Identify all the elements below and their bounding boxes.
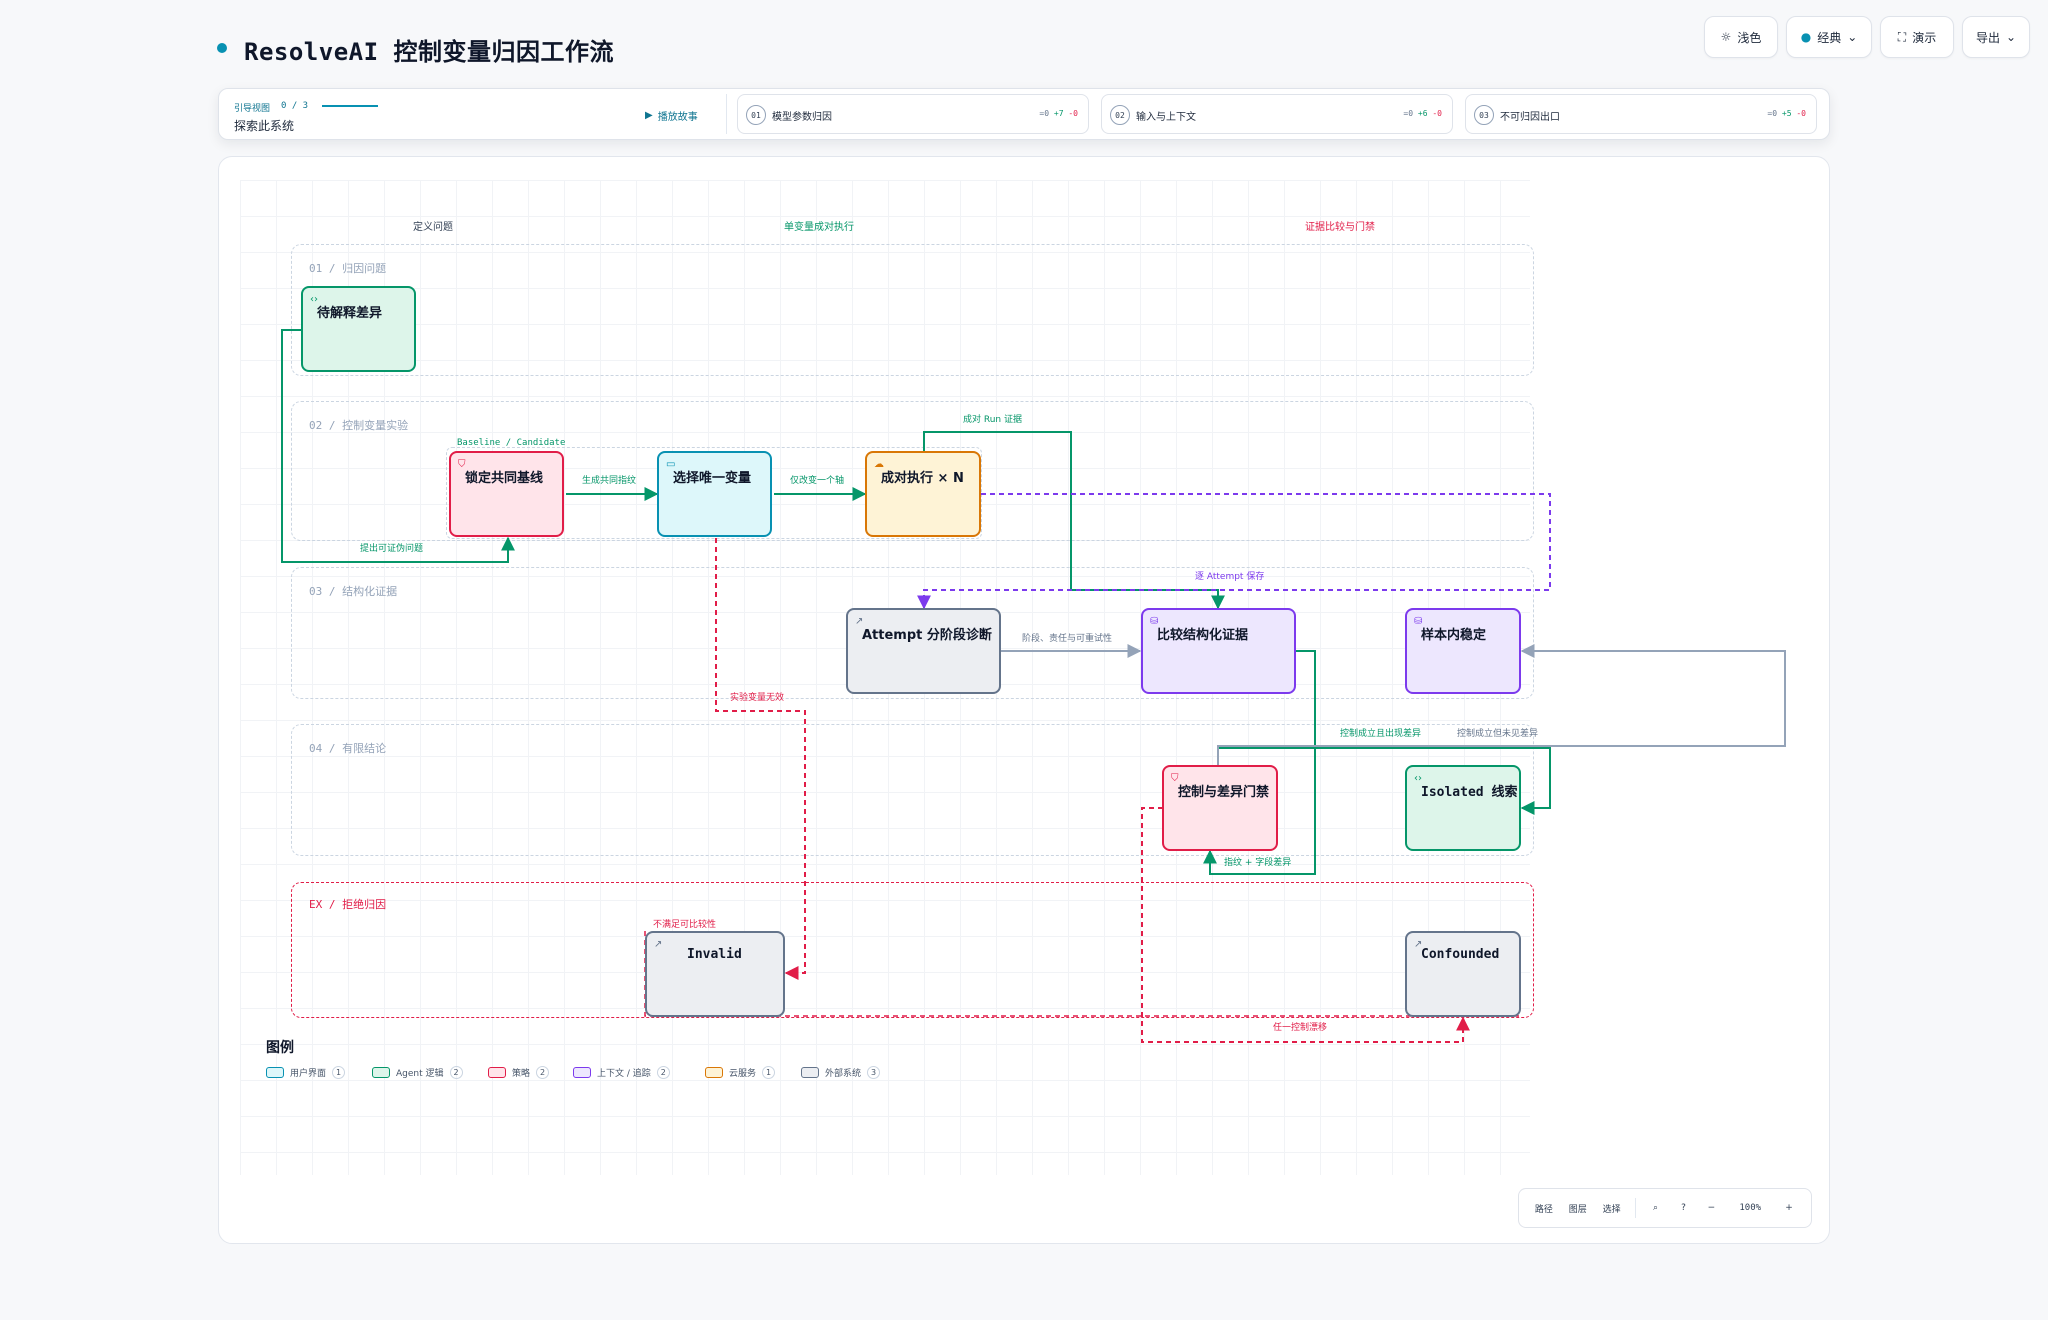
edge-label: 逐 Attempt 保存 bbox=[1195, 572, 1265, 582]
diagram-edges bbox=[281, 329, 1786, 1043]
node-control-gate[interactable]: ⛉ 控制与差异门禁 bbox=[1162, 765, 1278, 851]
search-icon[interactable]: ⌕ bbox=[1642, 1203, 1670, 1213]
legend-count: 2 bbox=[449, 1066, 463, 1079]
legend-count: 2 bbox=[656, 1066, 670, 1079]
node-label: 待解释差异 bbox=[317, 306, 383, 321]
node-label: Isolated 线索 bbox=[1421, 785, 1518, 800]
legend-label: 上下文 / 追踪 bbox=[597, 1069, 651, 1079]
edge-label: 提出可证伪问题 bbox=[360, 544, 424, 554]
node-label: 选择唯一变量 bbox=[673, 471, 752, 486]
legend-count: 3 bbox=[867, 1066, 881, 1079]
node-label: 控制与差异门禁 bbox=[1178, 785, 1270, 800]
external-link-icon: ↗ bbox=[654, 939, 663, 950]
node-isolated-clue[interactable]: ‹› Isolated 线索 bbox=[1405, 765, 1521, 851]
edge-attempt-keep bbox=[917, 493, 1551, 610]
zoom-out-button[interactable]: − bbox=[1697, 1203, 1725, 1213]
legend-label: 云服务 bbox=[729, 1069, 757, 1079]
node-label: Invalid bbox=[687, 947, 742, 962]
node-paired-execution[interactable]: ☁ 成对执行 × N bbox=[865, 451, 981, 537]
node-select-variable[interactable]: ▭ 选择唯一变量 bbox=[657, 451, 772, 537]
edge-label: 生成共同指纹 bbox=[582, 476, 637, 486]
legend-swatch bbox=[801, 1067, 819, 1078]
legend-swatch bbox=[372, 1067, 390, 1078]
canvas-toolbar: 路径 图层 选择 ⌕ ? − 100% + bbox=[1518, 1188, 1812, 1228]
edge-invalid-var bbox=[715, 538, 806, 980]
zoom-in-button[interactable]: + bbox=[1775, 1203, 1803, 1213]
node-label: Attempt 分阶段诊断 bbox=[862, 628, 992, 643]
node-label: 样本内稳定 bbox=[1421, 628, 1487, 643]
node-label: 锁定共同基线 bbox=[465, 471, 544, 486]
legend-item[interactable]: 外部系统 3 bbox=[801, 1066, 881, 1079]
help-icon[interactable]: ? bbox=[1670, 1203, 1698, 1213]
node-label: 成对执行 × N bbox=[881, 471, 964, 486]
edge-label: 仅改变一个轴 bbox=[790, 476, 845, 486]
edge-label: 指纹 + 字段差异 bbox=[1224, 858, 1292, 868]
edge-label: 控制成立但未见差异 bbox=[1457, 729, 1539, 739]
legend-label: 策略 bbox=[512, 1069, 531, 1079]
path-button[interactable]: 路径 bbox=[1527, 1202, 1561, 1215]
edge-label: 阶段、责任与可重试性 bbox=[1022, 634, 1113, 644]
edge-label: 成对 Run 证据 bbox=[963, 415, 1022, 425]
node-attempt-diagnosis[interactable]: ↗ Attempt 分阶段诊断 bbox=[846, 608, 1001, 694]
legend-title: 图例 bbox=[266, 1040, 294, 1056]
legend-item[interactable]: 云服务 1 bbox=[705, 1066, 776, 1079]
legend-swatch bbox=[266, 1067, 284, 1078]
legend-label: 用户界面 bbox=[290, 1069, 327, 1079]
legend-count: 2 bbox=[536, 1066, 550, 1079]
divider bbox=[1634, 1198, 1636, 1218]
legend-count: 1 bbox=[762, 1066, 776, 1079]
edge-label: 实验变量无效 bbox=[730, 693, 785, 703]
node-unexplained-difference[interactable]: ‹› 待解释差异 bbox=[301, 286, 416, 372]
node-invalid[interactable]: ↗ Invalid bbox=[645, 931, 785, 1017]
legend-item[interactable]: 上下文 / 追踪 2 bbox=[573, 1066, 670, 1079]
edge-label: 控制成立且出现差异 bbox=[1340, 729, 1422, 739]
node-compare-evidence[interactable]: ⛁ 比较结构化证据 bbox=[1141, 608, 1296, 694]
edge-label: 不满足可比较性 bbox=[653, 920, 717, 930]
legend-count: 1 bbox=[332, 1066, 346, 1079]
node-lock-baseline[interactable]: ⛉ 锁定共同基线 bbox=[449, 451, 564, 537]
legend-label: 外部系统 bbox=[825, 1069, 862, 1079]
layers-button[interactable]: 图层 bbox=[1561, 1202, 1595, 1215]
node-tag: Baseline / Candidate bbox=[457, 438, 566, 448]
select-button[interactable]: 选择 bbox=[1595, 1202, 1629, 1215]
legend-swatch bbox=[573, 1067, 591, 1078]
edge-label: 任一控制漂移 bbox=[1273, 1023, 1328, 1033]
node-label: 比较结构化证据 bbox=[1157, 628, 1249, 643]
zoom-level: 100% bbox=[1739, 1203, 1762, 1213]
legend-swatch bbox=[705, 1067, 723, 1078]
legend-item[interactable]: Agent 逻辑 2 bbox=[372, 1066, 463, 1079]
legend-label: Agent 逻辑 bbox=[396, 1069, 444, 1079]
node-label: Confounded bbox=[1421, 947, 1500, 962]
node-stable-in-sample[interactable]: ⛁ 样本内稳定 bbox=[1405, 608, 1521, 694]
legend-item[interactable]: 策略 2 bbox=[488, 1066, 550, 1079]
legend-swatch bbox=[488, 1067, 506, 1078]
node-confounded[interactable]: ↗ Confounded bbox=[1405, 931, 1521, 1017]
legend-item[interactable]: 用户界面 1 bbox=[266, 1066, 346, 1079]
